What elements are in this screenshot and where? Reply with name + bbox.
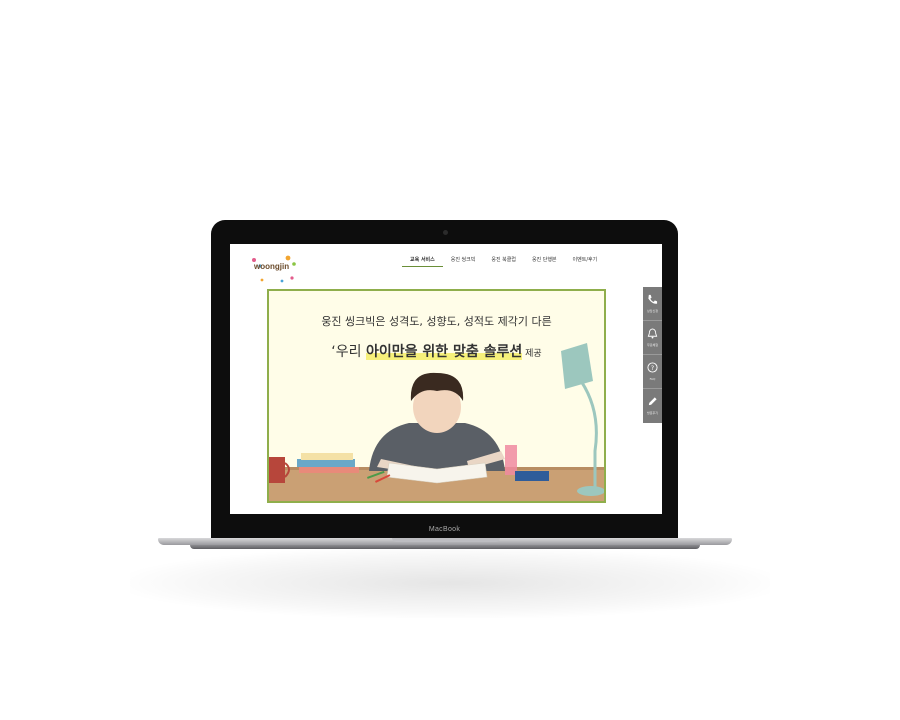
hero-headline-1: 웅진 씽크빅은 성격도, 성향도, 성적도 제각기 다른: [321, 315, 552, 328]
laptop-screen: woongjin 교육 서비스 웅진 씽크빅 웅진 북클럽 웅진 단행본 이벤트…: [230, 244, 662, 514]
quick-item-label: 방문후기: [646, 411, 659, 415]
hero-headline-2-suffix: 제공: [522, 349, 542, 359]
nav-item-education-service[interactable]: 교육 서비스: [402, 256, 443, 267]
quick-item-consult[interactable]: 상담신청: [643, 287, 662, 321]
nav-item-books[interactable]: 웅진 단행본: [524, 256, 565, 267]
laptop-notch: [392, 538, 500, 542]
quick-item-label: 상담신청: [646, 309, 659, 313]
pencil-icon: [648, 397, 657, 406]
laptop-base-bottom: [190, 545, 700, 549]
laptop-shadow: [130, 548, 770, 618]
main-nav: 교육 서비스 웅진 씽크빅 웅진 북클럽 웅진 단행본 이벤트/후기: [402, 256, 605, 267]
bell-icon: [647, 328, 658, 339]
hero-banner: 웅진 씽크빅은 성격도, 성향도, 성적도 제각기 다른 ‘우리 아이만을 위한…: [267, 289, 606, 503]
macbook-label: MacBook: [428, 526, 461, 533]
nav-item-bookclub[interactable]: 웅진 북클럽: [483, 256, 524, 267]
phone-icon: [648, 294, 658, 304]
svg-text:?: ?: [651, 364, 654, 372]
nav-item-thinkbig[interactable]: 웅진 씽크빅: [443, 256, 484, 267]
camera-dot: [443, 230, 448, 235]
logo-text: woongjin: [254, 262, 290, 271]
quick-item-faq[interactable]: ? FAQ: [643, 355, 662, 389]
quick-menu: 상담신청 무료체험 ? FAQ 방문후기: [643, 287, 662, 423]
nav-item-events[interactable]: 이벤트/후기: [565, 256, 606, 267]
question-icon: ?: [647, 362, 658, 373]
quick-item-label: FAQ: [649, 377, 656, 381]
quick-item-free-trial[interactable]: 무료체험: [643, 321, 662, 355]
hero-headline-2-prefix: ‘우리: [331, 344, 366, 360]
quick-item-label: 무료체험: [646, 343, 659, 347]
hero-highlight: 아이만을 위한 맞춤 솔루션: [365, 344, 523, 360]
quick-item-review[interactable]: 방문후기: [643, 389, 662, 423]
hero-headline-2: ‘우리 아이만을 위한 맞춤 솔루션 제공: [269, 341, 604, 361]
